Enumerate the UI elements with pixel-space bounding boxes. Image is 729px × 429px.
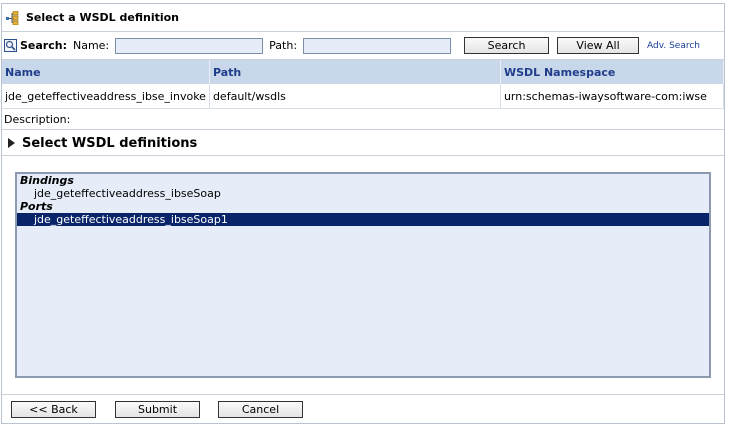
list-group-bindings: Bindings (20, 174, 74, 187)
submit-button[interactable]: Submit (115, 401, 200, 418)
search-label: Search: (20, 39, 67, 52)
search-icon (4, 39, 17, 52)
view-all-button[interactable]: View All (557, 37, 640, 54)
column-header-name[interactable]: Name (2, 60, 210, 84)
search-bar: Search: Name: Path: Search View All Adv.… (2, 32, 724, 60)
footer-bar: << Back Submit Cancel (2, 394, 724, 424)
column-header-namespace[interactable]: WSDL Namespace (500, 60, 725, 84)
column-header-path[interactable]: Path (209, 60, 501, 84)
path-input[interactable] (303, 37, 452, 54)
wsdl-dialog: Select a WSDL definition Search: Name: P… (1, 3, 725, 424)
back-button[interactable]: << Back (11, 401, 96, 418)
wsdl-definitions-listbox[interactable]: Bindings jde_geteffectiveaddress_ibseSoa… (15, 172, 711, 378)
results-table: Name Path WSDL Namespace jde_geteffectiv… (2, 60, 725, 109)
section-title: Select WSDL definitions (22, 135, 198, 151)
results-header-row: Name Path WSDL Namespace (2, 60, 725, 84)
title-bar: Select a WSDL definition (2, 4, 724, 32)
cell-path: default/wsdls (209, 84, 501, 109)
list-item-port-selected[interactable]: jde_geteffectiveaddress_ibseSoap1 (17, 213, 709, 226)
wsdl-tree-icon (6, 10, 20, 25)
search-button[interactable]: Search (464, 37, 550, 54)
section-header[interactable]: Select WSDL definitions (2, 131, 724, 156)
cell-namespace: urn:schemas-iwaysoftware-com:iwse (500, 84, 725, 109)
page-title: Select a WSDL definition (26, 11, 180, 24)
list-group-ports: Ports (20, 200, 53, 213)
cell-name[interactable]: jde_geteffectiveaddress_ibse_invoke (2, 84, 210, 109)
table-row[interactable]: jde_geteffectiveaddress_ibse_invoke defa… (2, 84, 725, 109)
list-item-binding[interactable]: jde_geteffectiveaddress_ibseSoap (17, 187, 709, 200)
advanced-search-link[interactable]: Adv. Search (647, 41, 700, 51)
path-label: Path: (269, 39, 298, 52)
name-input[interactable] (115, 37, 264, 54)
expand-triangle-icon[interactable] (8, 138, 15, 148)
description-label: Description: (2, 110, 724, 130)
cancel-button[interactable]: Cancel (218, 401, 303, 418)
name-label: Name: (72, 39, 110, 52)
